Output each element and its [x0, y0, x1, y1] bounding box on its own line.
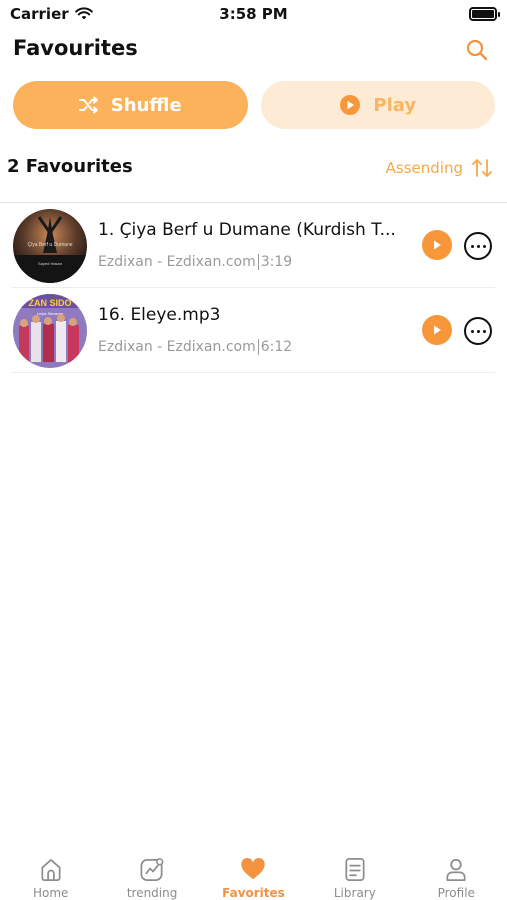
more-dot [482, 329, 486, 333]
album-cover: Çiya Berf u Dumane Sayed Hasan [13, 209, 87, 283]
home-icon [41, 858, 61, 881]
search-button[interactable] [465, 38, 489, 62]
shuffle-button[interactable]: Shuffle [13, 81, 248, 129]
meta-separator [257, 339, 259, 355]
meta-separator [257, 254, 259, 270]
song-title: 16. Eleye.mp3 [98, 305, 221, 325]
profile-icon [446, 858, 466, 881]
song-row[interactable]: Çiya Berf u Dumane Sayed Hasan 1. Çiya B… [12, 203, 495, 288]
song-meta: Ezdixan - Ezdixan.com 3:19 [98, 254, 292, 270]
play-song-button[interactable] [422, 230, 452, 260]
status-time: 3:58 PM [219, 5, 288, 23]
sort-button[interactable]: Assending [386, 158, 493, 178]
more-dot [470, 244, 474, 248]
tab-label: Home [32, 886, 69, 900]
song-row[interactable]: ZAN SIDO Leyla Simanan 16. Eleye.mp3 Ezd… [12, 288, 495, 373]
song-meta: Ezdixan - Ezdixan.com 6:12 [98, 339, 292, 355]
more-dot [476, 329, 480, 333]
tab-bar: Home trending Favorites Library Profile [0, 845, 507, 900]
tab-favorites[interactable]: Favorites [203, 845, 304, 900]
status-bar: Carrier 3:58 PM [0, 0, 507, 30]
song-artist: Ezdixan - Ezdixan.com [98, 339, 256, 355]
play-song-button[interactable] [422, 315, 452, 345]
tab-label: Favorites [222, 886, 285, 900]
cover-title-text: ZAN SIDO [28, 298, 71, 308]
song-title: 1. Çiya Berf u Dumane (Kurdish T... [98, 220, 396, 240]
tab-label: trending [126, 886, 178, 900]
play-label: Play [373, 94, 417, 116]
album-cover: ZAN SIDO Leyla Simanan [13, 294, 87, 368]
cover-artist-text: Sayed Hasan [38, 261, 62, 266]
tab-home[interactable]: Home [0, 845, 101, 900]
header: Favourites [0, 36, 507, 66]
playback-actions: Shuffle Play [13, 81, 495, 129]
sort-label: Assending [385, 159, 463, 177]
page-title: Favourites [13, 36, 138, 60]
tab-profile[interactable]: Profile [406, 845, 507, 900]
shuffle-icon [78, 96, 98, 114]
tab-label: Library [333, 886, 376, 900]
song-list: Çiya Berf u Dumane Sayed Hasan 1. Çiya B… [0, 203, 507, 373]
search-icon [466, 39, 488, 61]
cover-title-text: Çiya Berf u Dumane [27, 242, 72, 248]
tab-label: Profile [437, 886, 475, 900]
more-dot [470, 329, 474, 333]
library-icon [345, 858, 365, 881]
tab-library[interactable]: Library [304, 845, 405, 900]
play-circle-icon [340, 95, 361, 115]
list-header: 2 Favourites Assending [0, 156, 507, 182]
trending-icon [140, 858, 164, 881]
battery-icon [469, 7, 500, 21]
play-all-button[interactable]: Play [260, 81, 495, 129]
more-options-button[interactable] [464, 232, 492, 260]
sort-icon [472, 159, 492, 177]
song-artist: Ezdixan - Ezdixan.com [98, 254, 256, 270]
song-duration: 3:19 [260, 254, 293, 270]
more-dot [482, 244, 486, 248]
shuffle-label: Shuffle [110, 94, 182, 116]
heart-icon [241, 858, 266, 880]
favourites-count: 2 Favourites [7, 156, 133, 177]
play-icon [434, 325, 441, 335]
song-duration: 6:12 [260, 339, 293, 355]
play-icon [434, 240, 441, 250]
tab-trending[interactable]: trending [101, 845, 202, 900]
more-options-button[interactable] [464, 317, 492, 345]
more-dot [476, 244, 480, 248]
